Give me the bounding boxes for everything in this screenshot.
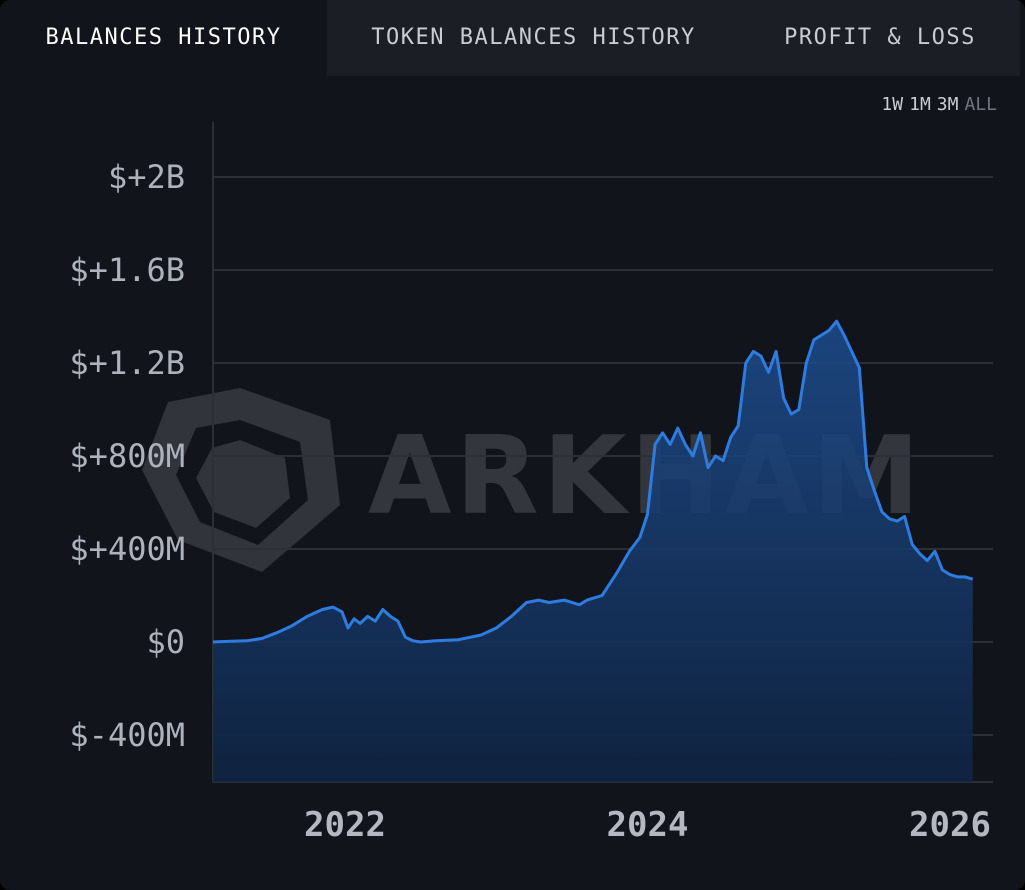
y-tick-label: $-400M xyxy=(69,716,185,754)
x-axis-labels: 2022 2024 2026 xyxy=(304,805,991,845)
y-tick-label: $+800M xyxy=(69,437,185,475)
x-tick-label: 2022 xyxy=(304,805,386,845)
y-tick-label: $+2B xyxy=(108,158,185,196)
balance-area xyxy=(213,321,973,782)
x-tick-label: 2024 xyxy=(607,805,689,845)
balances-card: BALANCES HISTORY TOKEN BALANCES HISTORY … xyxy=(0,0,1025,890)
x-tick-label: 2026 xyxy=(909,805,991,845)
y-tick-label: $+1.2B xyxy=(69,344,185,382)
y-tick-label: $0 xyxy=(146,623,185,661)
y-axis-labels: $+2B $+1.6B $+1.2B $+800M $+400M $0 $-400M xyxy=(69,158,185,754)
y-tick-label: $+1.6B xyxy=(69,251,185,289)
y-tick-label: $+400M xyxy=(69,530,185,568)
balance-chart: ARKHAM $+2B$+1.6B$+1.2B$+800M$+400M$0$-4… xyxy=(69,122,993,845)
